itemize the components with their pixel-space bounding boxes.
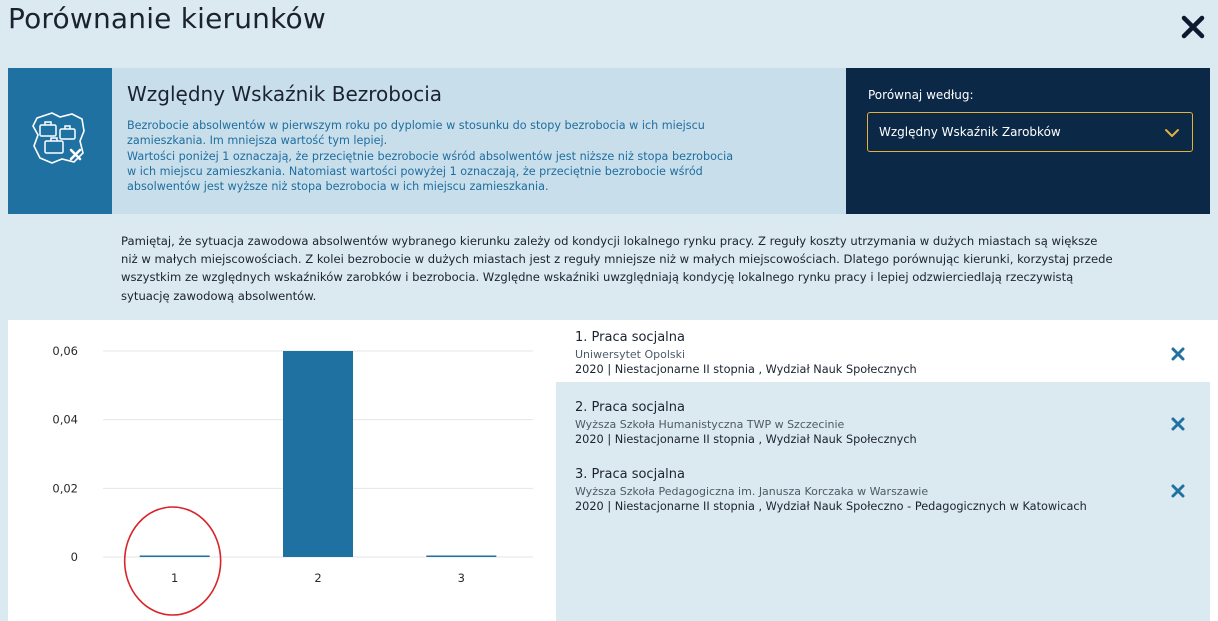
indicator-text-line: Wartości poniżej 1 oznaczają, że przecię… [127, 149, 734, 163]
y-tick-label: 0,02 [52, 481, 78, 495]
program-item: 2. Praca socjalna Wyższa Szkoła Humanist… [556, 390, 1210, 452]
program-title: 1. Praca socjalna [575, 330, 685, 345]
chart-panel: 0 0,02 0,04 0,06 1 2 3 [8, 320, 556, 621]
comparison-modal: Porównanie kierunków Względny Wskaźnik B… [0, 0, 1218, 621]
compare-panel: Porównaj według: Względny Wskaźnik Zarob… [846, 68, 1210, 214]
note-line: sytuację zawodową absolwentów. [121, 288, 317, 303]
bar [426, 555, 497, 557]
right-gutter [1210, 320, 1218, 621]
remove-icon[interactable] [1170, 416, 1186, 432]
indicator-title: Względny Wskaźnik Bezrobocia [127, 82, 443, 106]
modal-header: Porównanie kierunków [0, 0, 1218, 56]
compare-selected-value: Względny Wskaźnik Zarobków [879, 125, 1061, 139]
y-tick-label: 0,04 [52, 413, 78, 427]
indicator-info: Względny Wskaźnik Bezrobocia Bezrobocie … [8, 68, 1210, 214]
map-with-briefcases-icon [32, 112, 85, 164]
indicator-text: Bezrobocie absolwentów w pierwszym roku … [127, 118, 827, 194]
program-university: Wyższa Szkoła Humanistyczna TWP w Szczec… [575, 418, 845, 431]
y-tick-label: 0,06 [52, 344, 78, 358]
chevron-down-icon [1165, 129, 1179, 137]
bar [283, 351, 353, 557]
indicator-description: Względny Wskaźnik Bezrobocia Bezrobocie … [112, 68, 846, 214]
indicator-text-line: absolwentów jest wyższe niż stopa bezrob… [127, 180, 549, 194]
indicator-icon-box [8, 68, 112, 214]
highlight-circle [123, 506, 222, 616]
program-details: 2020 | Niestacjonarne II stopnia , Wydzi… [575, 500, 1087, 513]
remove-icon[interactable] [1170, 346, 1186, 362]
note-line: niż w małych miejscowościach. Z kolei be… [121, 252, 1113, 267]
note-line: wszystkim ze względnych wskaźników zarob… [121, 270, 1074, 285]
program-title: 3. Praca socjalna [575, 467, 685, 482]
indicator-text-line: zamieszkania. Im mniejsza wartość tym le… [127, 134, 388, 148]
x-tick-label: 1 [171, 571, 178, 585]
x-tick-label: 3 [458, 571, 465, 585]
indicator-text-line: w ich miejscu zamieszkania. Natomiast wa… [127, 164, 703, 178]
remove-icon[interactable] [1170, 483, 1186, 499]
program-item: 1. Praca socjalna Uniwersytet Opolski 20… [556, 320, 1210, 382]
note-line: Pamiętaj, że sytuacja zawodowa absolwent… [121, 234, 1098, 248]
y-tick-label: 0 [71, 550, 78, 564]
x-tick-label: 2 [314, 571, 321, 585]
info-note: Pamiętaj, że sytuacja zawodowa absolwent… [121, 232, 1191, 305]
program-title: 2. Praca socjalna [575, 400, 685, 415]
compare-select[interactable]: Względny Wskaźnik Zarobków [867, 112, 1193, 152]
bar [139, 555, 210, 557]
program-details: 2020 | Niestacjonarne II stopnia , Wydzi… [575, 363, 917, 376]
indicator-text-line: Bezrobocie absolwentów w pierwszym roku … [127, 119, 705, 132]
program-university: Uniwersytet Opolski [575, 348, 686, 361]
close-icon[interactable] [1176, 10, 1210, 44]
modal-title: Porównanie kierunków [8, 2, 326, 35]
bar-chart: 0 0,02 0,04 0,06 1 2 3 [52, 344, 533, 616]
program-item: 3. Praca socjalna Wyższa Szkoła Pedagogi… [556, 457, 1210, 519]
compare-label: Porównaj według: [868, 88, 974, 102]
program-list: 1. Praca socjalna Uniwersytet Opolski 20… [556, 320, 1210, 621]
program-details: 2020 | Niestacjonarne II stopnia , Wydzi… [575, 433, 917, 446]
program-university: Wyższa Szkoła Pedagogiczna im. Janusza K… [575, 485, 929, 498]
